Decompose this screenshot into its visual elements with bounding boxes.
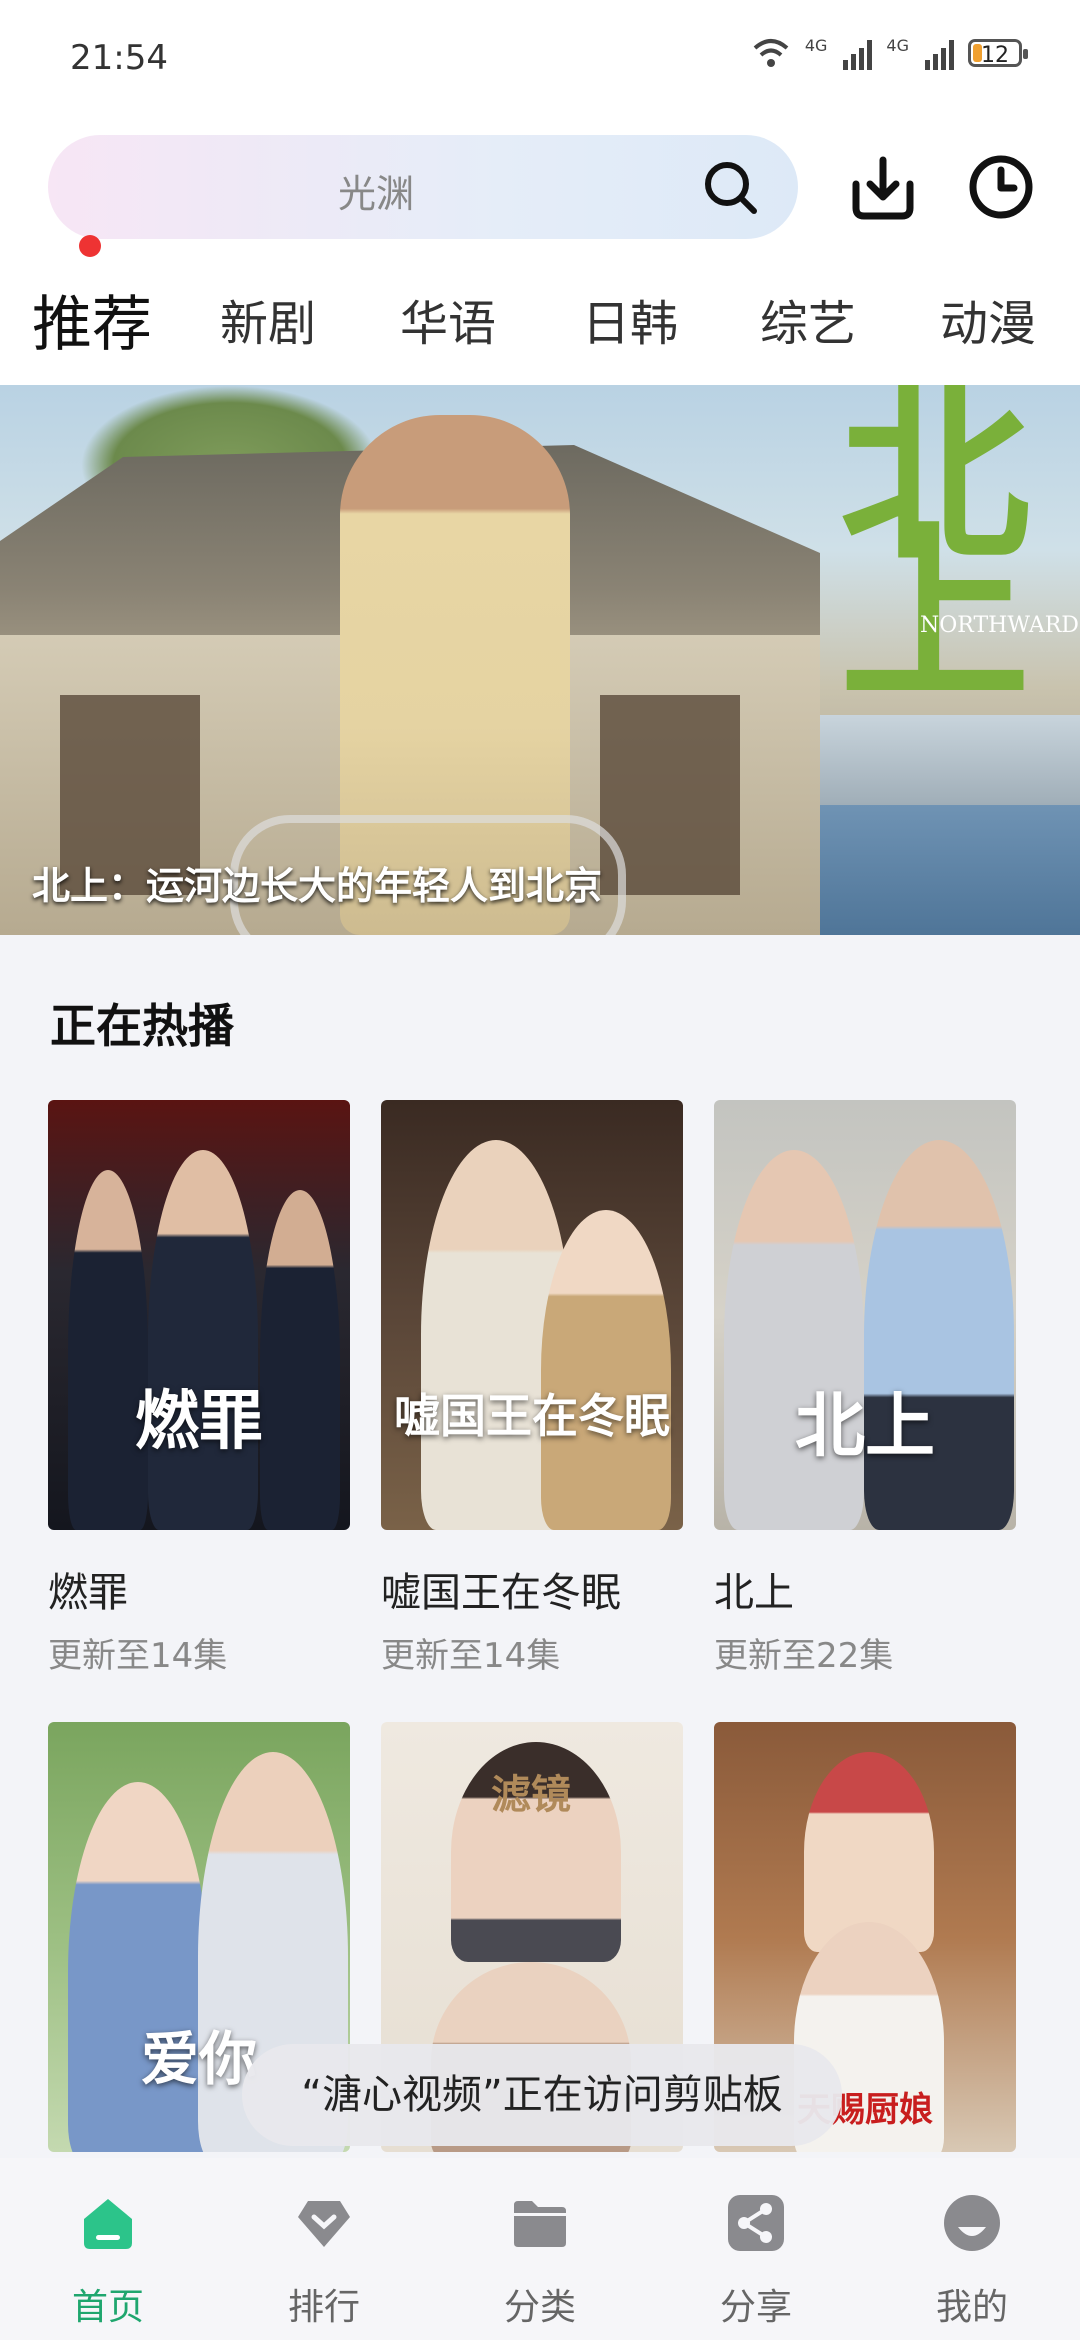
ranking-icon [298,2201,350,2247]
status-bar: 21:54 4G 4G 12 [0,0,1080,120]
episode-update: 更新至22集 [714,1636,894,1676]
tab-anime[interactable]: 动漫 [940,284,1036,354]
section-title: 正在热播 [50,999,234,1053]
download-icon[interactable] [848,152,918,222]
bottom-navigation: 首页 排行 分类 分享 我的 [0,2158,1080,2340]
nav-ranking[interactable]: 排行 [216,2158,432,2340]
history-icon[interactable] [966,152,1036,222]
battery-level: 12 [981,43,1009,68]
battery-icon: 12 [968,39,1028,68]
show-name[interactable]: 嘘国王在冬眠 [381,1560,621,1618]
nav-home-label: 首页 [71,2287,144,2328]
tab-variety[interactable]: 综艺 [760,284,856,354]
poster-card[interactable]: 北上 [714,1100,1016,1530]
nav-profile[interactable]: 我的 [864,2158,1080,2340]
poster-title: 北上 [795,1384,935,1467]
top-bar: 光渊 推荐 新剧 华语 日韩 综艺 动漫 [0,120,1080,385]
banner-poster-subtitle: NORTHWARD [920,613,1079,638]
show-name[interactable]: 燃罪 [48,1560,128,1618]
poster-title: 嘘国王在冬眠 [394,1389,670,1443]
nav-category-label: 分类 [503,2287,576,2328]
status-icons: 4G 4G 12 [751,36,1028,70]
profile-icon [944,2195,1000,2251]
poster-card[interactable]: 嘘国王在冬眠 [381,1100,683,1530]
category-tabs: 推荐 新剧 华语 日韩 综艺 动漫 [0,270,1080,380]
wifi-icon [753,39,789,67]
banner-caption: 北上：运河边长大的年轻人到北京 [32,864,603,908]
signal-icon-2 [925,36,954,70]
tab-japan-korea[interactable]: 日韩 [582,284,678,354]
search-bar[interactable]: 光渊 [48,135,798,239]
network-type-2: 4G [886,36,909,55]
tab-new-drama[interactable]: 新剧 [220,284,316,354]
show-name[interactable]: 北上 [714,1560,794,1618]
featured-banner[interactable]: 北上 NORTHWARD 北上：运河边长大的年轻人到北京 [0,385,1080,935]
nav-profile-label: 我的 [935,2287,1008,2328]
nav-share[interactable]: 分享 [648,2158,864,2340]
search-placeholder: 光渊 [338,172,415,216]
episode-update: 更新至14集 [381,1636,561,1676]
active-tab-indicator [79,235,101,257]
poster-title: 燃罪 [135,1384,263,1459]
network-type-1: 4G [804,36,828,55]
home-icon [84,2199,132,2249]
status-time: 21:54 [70,38,168,78]
nav-share-label: 分享 [719,2287,792,2328]
nav-home[interactable]: 首页 [0,2158,216,2340]
share-icon [728,2195,784,2251]
banner-poster-title: 北上 NORTHWARD [840,385,1079,726]
episode-update: 更新至14集 [48,1636,228,1676]
tab-chinese[interactable]: 华语 [400,284,496,354]
tab-recommend[interactable]: 推荐 [32,276,152,363]
search-icon[interactable] [702,159,758,215]
signal-icon [843,36,873,70]
poster-title: 滤镜 [491,1771,571,1818]
poster-card[interactable]: 燃罪 [48,1100,350,1530]
folder-icon [514,2201,566,2247]
clipboard-toast: “溏心视频”正在访问剪贴板 [242,2044,842,2146]
nav-ranking-label: 排行 [287,2287,360,2328]
nav-category[interactable]: 分类 [432,2158,648,2340]
